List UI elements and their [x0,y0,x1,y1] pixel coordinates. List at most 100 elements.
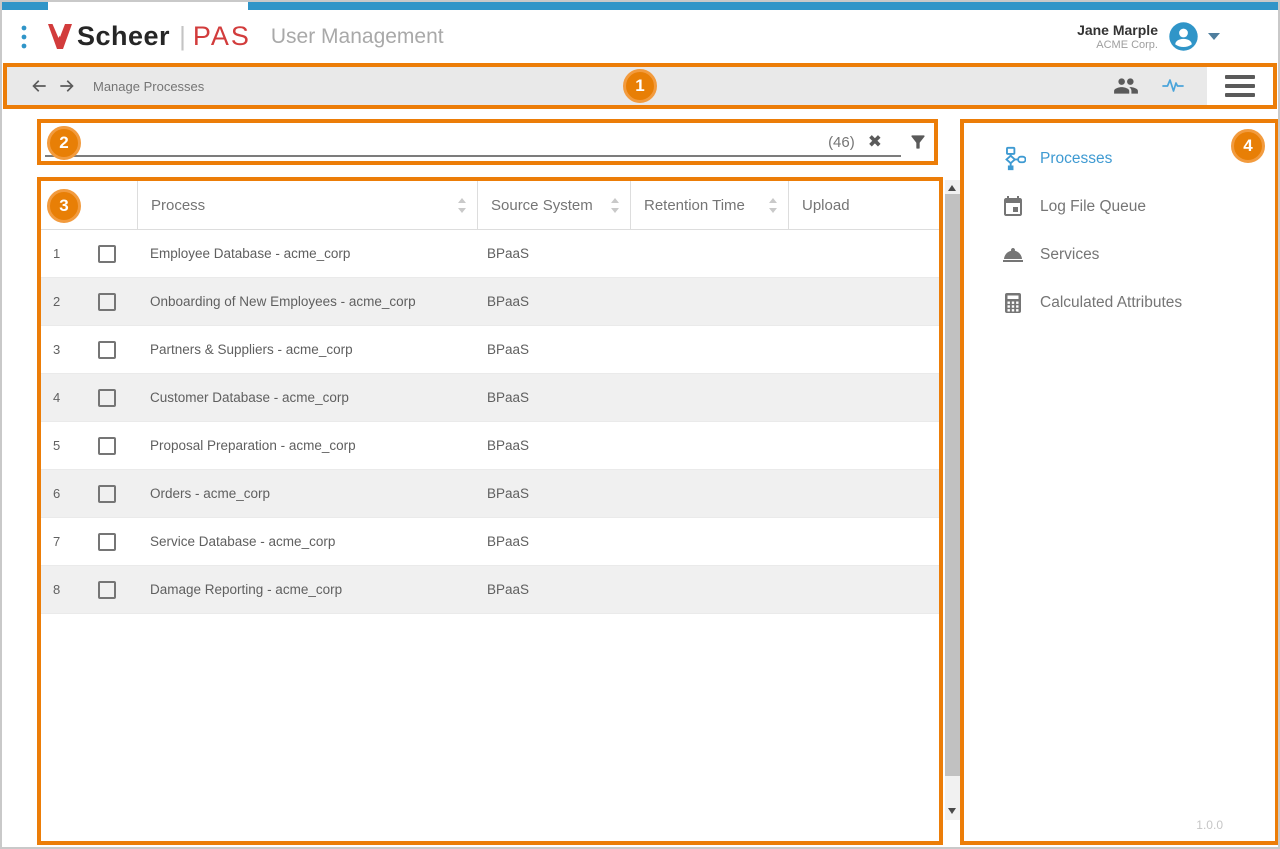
search-controls: (46) ✖ [828,123,928,161]
toolbar-annotation-box: Manage Processes 1 [3,63,1277,109]
scroll-up-arrow[interactable] [948,185,956,191]
source-system-cell: BPaaS [477,486,630,501]
column-label: Upload [802,197,850,214]
checkbox[interactable] [98,581,116,599]
table-row[interactable]: 5 Proposal Preparation - acme_corpBPaaS [41,422,939,470]
checkbox[interactable] [98,485,116,503]
result-count: (46) [828,134,855,151]
scrollbar-thumb[interactable] [945,194,960,776]
table-row[interactable]: 4Customer Database - acme_corpBPaaS [41,374,939,422]
user-organization: ACME Corp. [1077,39,1158,52]
version-label: 1.0.0 [1196,818,1223,832]
calendar-icon [1000,195,1026,219]
toolbar: Manage Processes 1 [7,67,1273,105]
row-index: 8 [41,582,98,597]
activity-pulse-icon[interactable] [1161,74,1185,98]
table-row[interactable]: 2 Onboarding of New Employees - acme_corp… [41,278,939,326]
row-index: 1 [41,246,98,261]
column-label: Source System [491,197,593,214]
hamburger-menu-button[interactable] [1207,67,1273,105]
row-index: 6 [41,486,98,501]
accent-segment [2,2,48,10]
row-checkbox[interactable] [98,437,137,455]
table-row[interactable]: 3Partners & Suppliers - acme_corpBPaaS [41,326,939,374]
brand-name: Scheer [77,21,170,52]
sidebar-item-label: Calculated Attributes [1040,294,1182,312]
process-name-cell: Proposal Preparation - acme_corp [137,438,477,453]
column-label: Process [151,197,205,214]
clear-search-icon[interactable]: ✖ [868,132,882,152]
row-checkbox[interactable] [98,389,137,407]
column-header-source-system[interactable]: Source System [477,181,630,229]
sort-icon[interactable] [457,198,467,213]
row-checkbox[interactable] [98,293,137,311]
sort-icon[interactable] [610,198,620,213]
checkbox[interactable] [98,437,116,455]
brand-logo: Scheer | PAS [48,21,251,52]
checkbox[interactable] [98,533,116,551]
sidebar-item-log-file-queue[interactable]: Log File Queue [964,183,1275,231]
table-header-row: Process Source System Retention Time Upl… [41,181,939,230]
source-system-cell: BPaaS [477,294,630,309]
scheer-logo-icon [48,23,72,50]
sidebar-item-services[interactable]: Services [964,231,1275,279]
row-index: 5 [41,438,98,453]
row-checkbox[interactable] [98,341,137,359]
vertical-scrollbar[interactable] [945,180,960,820]
app-header: Scheer | PAS User Management Jane Marple… [2,10,1278,63]
avatar-icon[interactable] [1168,21,1199,52]
source-system-cell: BPaaS [477,582,630,597]
forward-arrow-icon[interactable] [57,76,77,96]
row-index: 2 [41,294,98,309]
process-name-cell: Customer Database - acme_corp [137,390,477,405]
user-menu[interactable]: Jane Marple ACME Corp. [1077,21,1220,52]
search-input[interactable] [45,155,901,157]
scroll-down-arrow[interactable] [948,808,956,814]
checkbox[interactable] [98,245,116,263]
table-row[interactable]: 8Damage Reporting - acme_corpBPaaS [41,566,939,614]
sort-icon[interactable] [768,198,778,213]
process-name-cell: Employee Database - acme_corp [137,246,477,261]
row-checkbox[interactable] [98,533,137,551]
column-header-upload[interactable]: Upload [788,181,939,229]
process-name-cell: Partners & Suppliers - acme_corp [137,342,477,357]
column-header-process[interactable]: Process [137,181,477,229]
page-title: User Management [271,25,444,49]
checkbox[interactable] [98,389,116,407]
source-system-cell: BPaaS [477,534,630,549]
row-index: 3 [41,342,98,357]
sidebar-item-calculated-attributes[interactable]: Calculated Attributes [964,279,1275,327]
row-index: 7 [41,534,98,549]
column-header-retention-time[interactable]: Retention Time [630,181,788,229]
table-row[interactable]: 1Employee Database - acme_corpBPaaS [41,230,939,278]
brand-product: PAS [193,21,251,52]
row-checkbox[interactable] [98,581,137,599]
table-body: 1 Employee Database - acme_corp BPaaS 2 Onbo… [41,230,939,614]
checkbox[interactable] [98,341,116,359]
back-arrow-icon[interactable] [29,76,49,96]
vertical-dots-menu-icon[interactable] [20,24,28,50]
annotation-badge-2: 2 [47,126,81,160]
process-table-annotation-box: Process Source System Retention Time Upl… [37,177,943,845]
table-row[interactable]: 7 Service Database - acme_corpBPaaS [41,518,939,566]
sidebar-item-label: Processes [1040,150,1112,168]
workflow-icon [1000,146,1026,172]
service-bell-icon [1000,243,1026,267]
column-label: Retention Time [644,197,745,214]
filter-icon[interactable] [908,132,928,152]
table-row[interactable]: 6 Orders - acme_corpBPaaS [41,470,939,518]
hamburger-bar [1225,93,1255,97]
sidebar-item-processes[interactable]: Processes [964,135,1275,183]
process-name-cell: Orders - acme_corp [137,486,477,501]
row-checkbox[interactable] [98,485,137,503]
chevron-down-icon[interactable] [1208,33,1220,40]
calculator-icon [1000,291,1026,315]
row-checkbox[interactable] [98,245,137,263]
users-group-icon[interactable] [1113,73,1139,99]
process-name-cell: Onboarding of New Employees - acme_corp [137,294,477,309]
process-name-cell: Service Database - acme_corp [137,534,477,549]
sidebar-menu: Processes Log File Queue Services Calcul… [964,123,1275,327]
checkbox[interactable] [98,293,116,311]
brand-divider: | [179,21,186,52]
source-system-cell: BPaaS [477,438,630,453]
